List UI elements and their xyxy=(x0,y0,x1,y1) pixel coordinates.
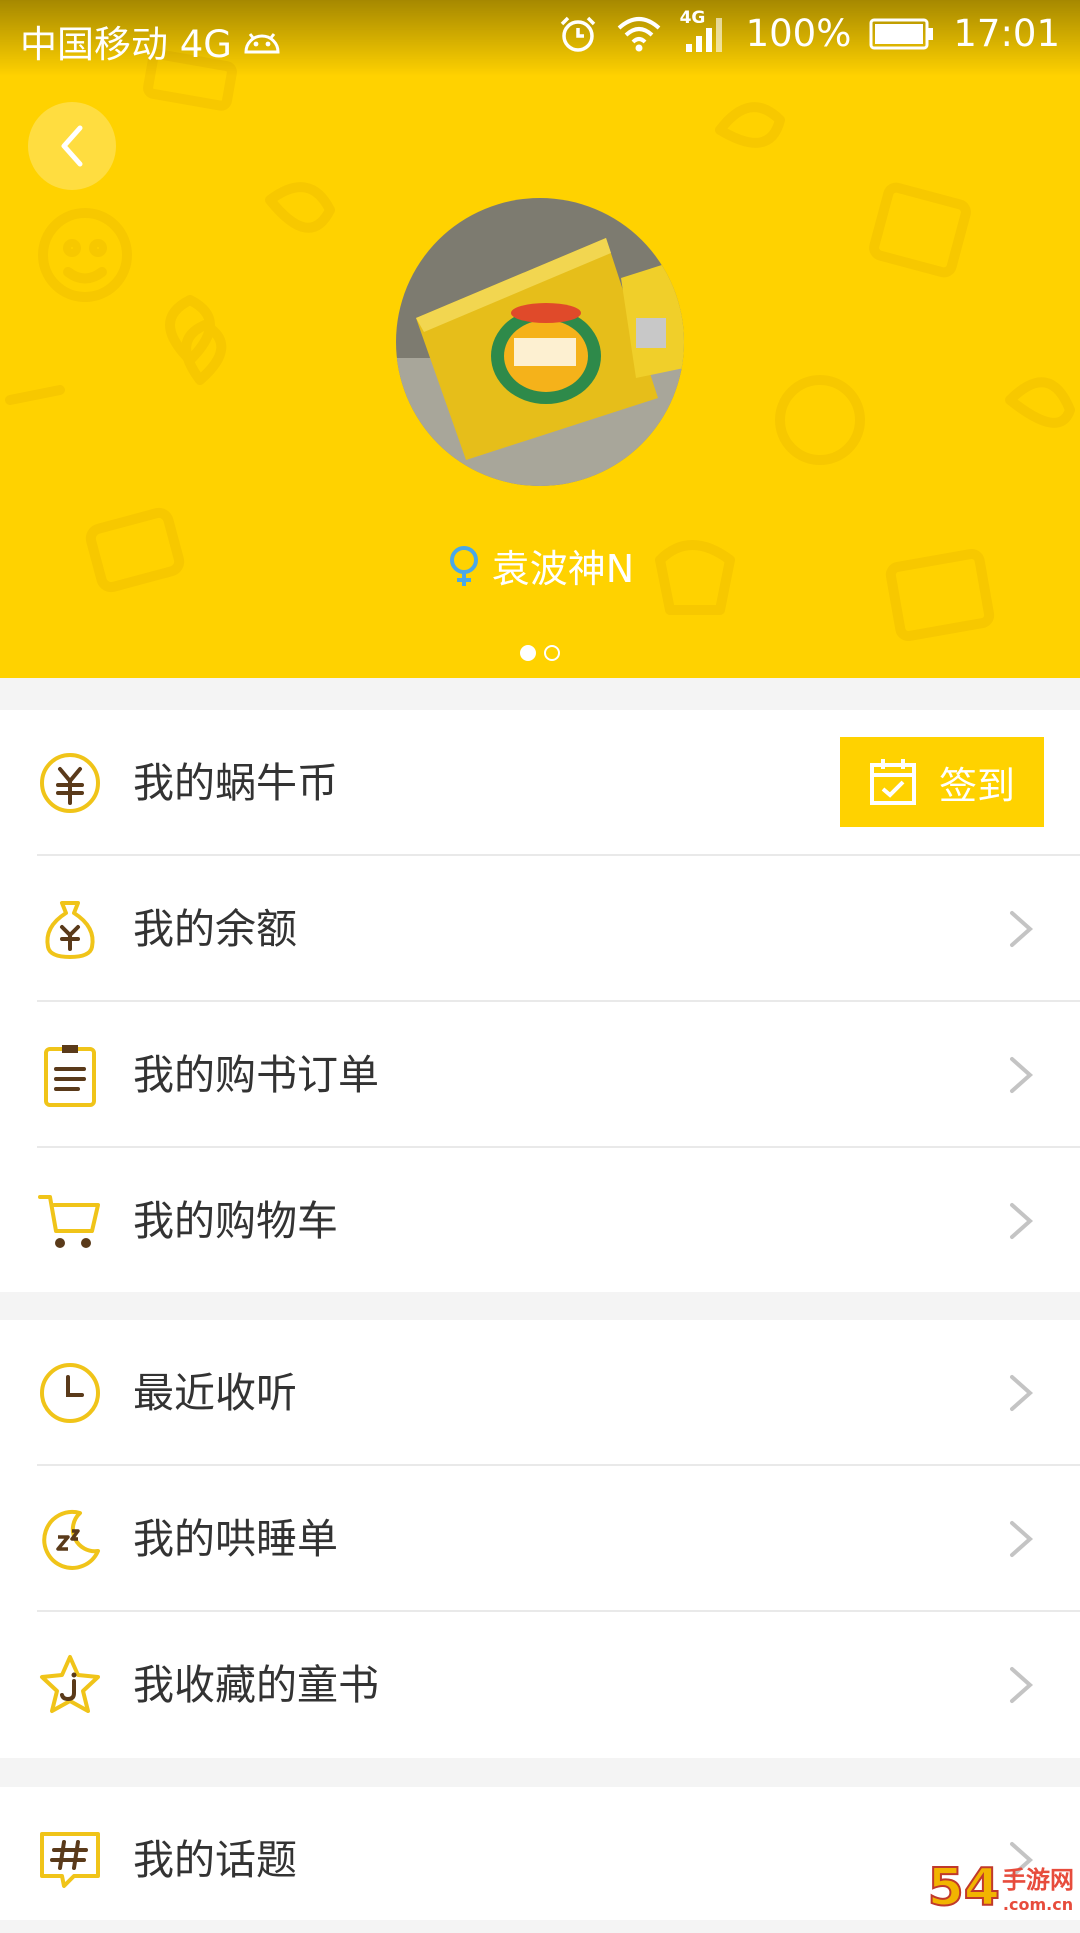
clock-time: 17:01 xyxy=(953,12,1060,55)
watermark-domain: .com.cn xyxy=(1002,1895,1074,1914)
android-icon xyxy=(242,28,282,54)
menu-section-wallet: 我的蜗牛币 签到 我的余额 我的购书订单 我的购物车 xyxy=(0,710,1080,1292)
menu-item-book-orders[interactable]: 我的购书订单 xyxy=(0,1002,1080,1148)
menu-item-label: 我的蜗牛币 xyxy=(133,759,338,807)
alarm-icon xyxy=(558,14,598,54)
menu-item-my-topics[interactable]: 我的话题 xyxy=(0,1787,1080,1933)
avatar[interactable] xyxy=(396,198,684,486)
back-button[interactable] xyxy=(28,102,116,190)
chevron-right-icon xyxy=(1010,1375,1034,1411)
signin-label: 签到 xyxy=(938,763,1015,808)
wifi-icon xyxy=(616,16,662,52)
watermark-site: 手游网 xyxy=(1002,1866,1074,1894)
menu-item-label: 我的购物车 xyxy=(133,1197,338,1245)
carrier-label: 中国移动 4G xyxy=(20,23,232,66)
carousel-dot[interactable] xyxy=(544,645,560,661)
cart-icon xyxy=(38,1189,102,1253)
username: 袁波神N xyxy=(491,547,635,591)
signal-icon: 4G xyxy=(680,8,728,54)
moon-sleep-icon xyxy=(38,1507,102,1571)
username-row: 袁波神N xyxy=(0,538,1080,593)
profile-header: 中国移动 4G 4G 100% 17:01 袁波神N xyxy=(0,0,1080,678)
menu-item-recent-listening[interactable]: 最近收听 xyxy=(0,1320,1080,1466)
menu-item-label: 我的余额 xyxy=(133,905,297,953)
menu-item-label: 我收藏的童书 xyxy=(133,1661,379,1709)
battery-percent: 100% xyxy=(745,12,852,55)
chevron-right-icon xyxy=(1010,1521,1034,1557)
hashtag-icon xyxy=(38,1828,102,1892)
battery-icon xyxy=(869,18,935,50)
money-bag-icon xyxy=(38,897,102,961)
coin-icon xyxy=(38,751,102,815)
menu-item-label: 最近收听 xyxy=(133,1369,297,1417)
menu-item-label: 我的购书订单 xyxy=(133,1051,379,1099)
menu-section-topics: 我的话题 xyxy=(0,1787,1080,1920)
chevron-right-icon xyxy=(1010,1667,1034,1703)
carousel-dot-active[interactable] xyxy=(520,645,536,661)
star-icon xyxy=(38,1653,102,1717)
chevron-right-icon xyxy=(1010,911,1034,947)
menu-item-sleep-playlist[interactable]: 我的哄睡单 xyxy=(0,1466,1080,1612)
calendar-check-icon xyxy=(869,759,916,805)
status-bar: 中国移动 4G 4G 100% 17:01 xyxy=(0,0,1080,76)
clock-icon xyxy=(38,1361,102,1425)
chevron-left-icon xyxy=(61,125,83,167)
carousel-indicator xyxy=(0,645,1080,661)
menu-item-shopping-cart[interactable]: 我的购物车 xyxy=(0,1148,1080,1294)
watermark-brand: 54 xyxy=(927,1858,1001,1918)
female-icon xyxy=(449,545,478,586)
watermark: 54 手游网 .com.cn xyxy=(927,1858,1074,1918)
chevron-right-icon xyxy=(1010,1203,1034,1239)
menu-item-favorite-books[interactable]: 我收藏的童书 xyxy=(0,1612,1080,1758)
menu-section-listening: 最近收听 我的哄睡单 我收藏的童书 xyxy=(0,1320,1080,1758)
menu-item-label: 我的话题 xyxy=(133,1836,297,1884)
menu-item-snail-coins[interactable]: 我的蜗牛币 签到 xyxy=(0,710,1080,856)
menu-item-balance[interactable]: 我的余额 xyxy=(0,856,1080,1002)
signin-button[interactable]: 签到 xyxy=(840,737,1044,827)
clipboard-icon xyxy=(38,1043,102,1107)
network-badge: 4G xyxy=(679,7,706,28)
menu-item-label: 我的哄睡单 xyxy=(133,1515,338,1563)
chevron-right-icon xyxy=(1010,1057,1034,1093)
